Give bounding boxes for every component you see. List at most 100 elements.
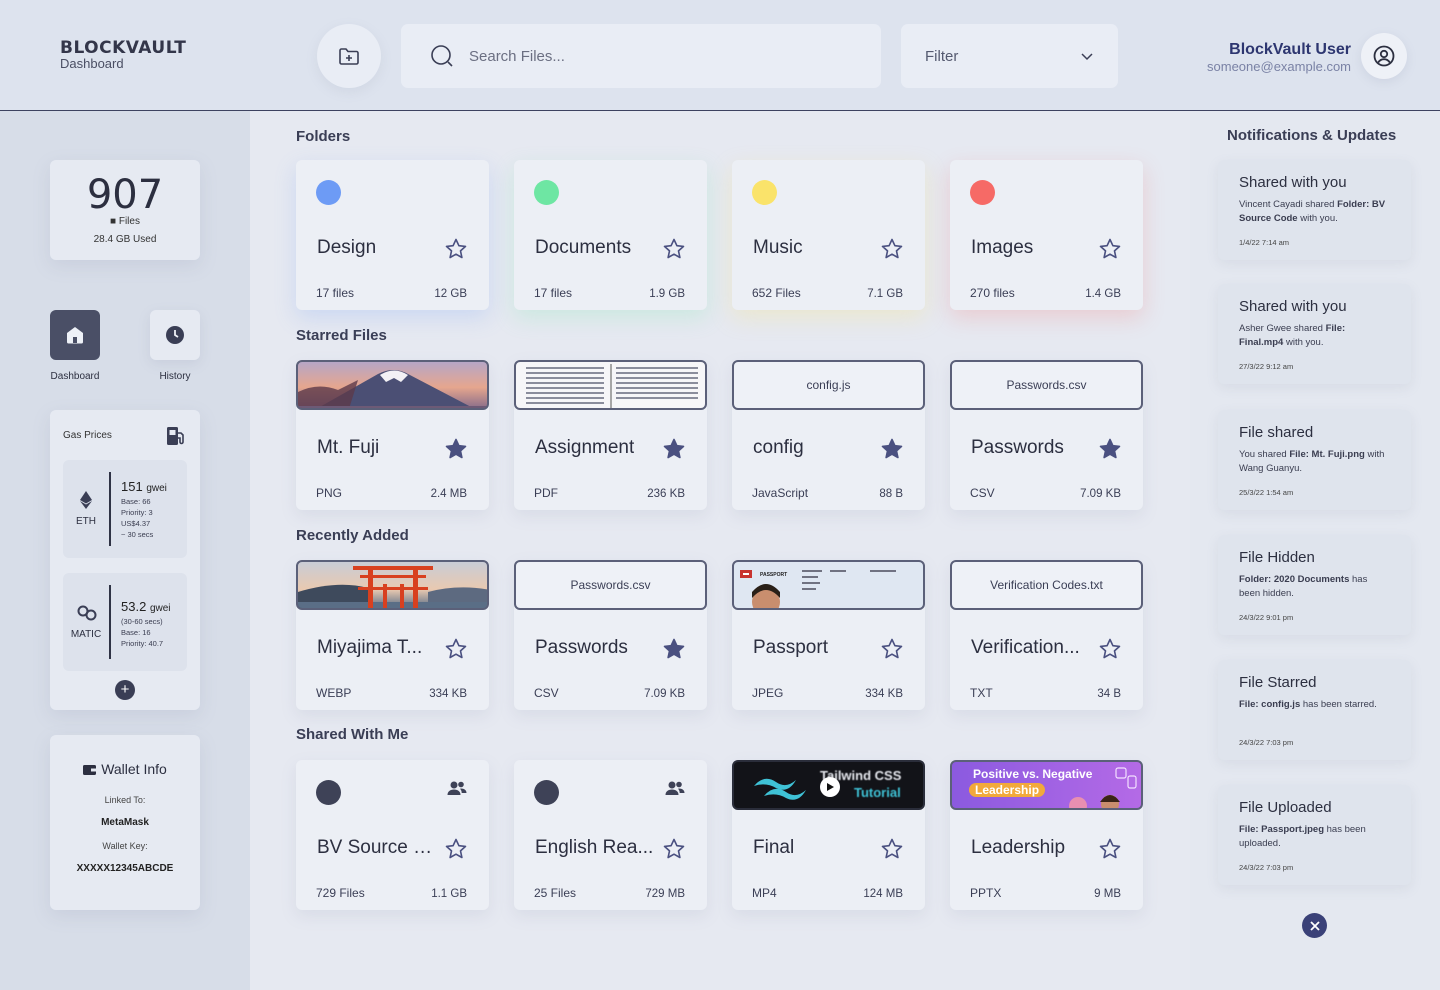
file-card[interactable]: config.js config JavaScript 88 B bbox=[732, 360, 925, 510]
file-title: Final bbox=[753, 837, 795, 858]
star-outline-icon[interactable] bbox=[1098, 637, 1122, 661]
star-filled-icon[interactable] bbox=[444, 437, 468, 461]
star-outline-icon[interactable] bbox=[444, 837, 468, 861]
storage-used: 28.4 GB Used bbox=[93, 234, 157, 245]
new-folder-button[interactable] bbox=[317, 24, 381, 88]
file-type: JavaScript bbox=[752, 486, 809, 500]
eth-gas-card: ETH 151 gwei Base: 66 Priority: 3 US$4.3… bbox=[63, 460, 187, 558]
presentation-file-card[interactable]: Positive vs. Negative Leadership Leaders… bbox=[950, 760, 1143, 910]
shared-folder-card[interactable]: English Rea... 25 Files 729 MB bbox=[514, 760, 707, 910]
notification-kind: Folder: bbox=[1239, 574, 1272, 585]
file-card[interactable]: Verification Codes.txt Verification... T… bbox=[950, 560, 1143, 710]
notification-body: File: Passport.jpeg has been uploaded. bbox=[1239, 823, 1390, 851]
presentation-thumbnail: Positive vs. Negative Leadership bbox=[950, 760, 1143, 810]
file-card[interactable]: Passwords.csv Passwords CSV 7.09 KB bbox=[950, 360, 1143, 510]
notifications-heading: Notifications & Updates bbox=[1227, 127, 1397, 144]
eth-time: ~ 30 secs bbox=[121, 530, 154, 539]
notification-body: Folder: 2020 Documents has been hidden. bbox=[1239, 573, 1390, 601]
star-outline-icon[interactable] bbox=[662, 237, 686, 261]
avatar[interactable] bbox=[1361, 33, 1407, 79]
notification-time: 25/3/22 1:54 am bbox=[1239, 488, 1294, 497]
file-card[interactable]: Assignment PDF 236 KB bbox=[514, 360, 707, 510]
notification-item[interactable]: File Starred File: config.js has been st… bbox=[1218, 660, 1411, 760]
file-thumbnail: config.js bbox=[732, 360, 925, 410]
star-outline-icon[interactable] bbox=[662, 837, 686, 861]
logo[interactable]: BLOCKVAULT Dashboard bbox=[60, 40, 186, 71]
left-sidebar: 907 ■ Files 28.4 GB Used Dashboard Histo… bbox=[0, 111, 250, 990]
add-network-button[interactable]: + bbox=[115, 680, 135, 700]
star-outline-icon[interactable] bbox=[1098, 237, 1122, 261]
star-outline-icon[interactable] bbox=[444, 237, 468, 261]
file-title: BV Source C... bbox=[317, 837, 442, 858]
user-name: BlockVault User bbox=[1229, 41, 1351, 58]
notification-text: You shared bbox=[1239, 449, 1290, 460]
notification-text: with you. bbox=[1297, 213, 1338, 224]
star-filled-icon[interactable] bbox=[662, 637, 686, 661]
folder-card[interactable]: Design 17 files 12 GB bbox=[296, 160, 489, 310]
file-card[interactable]: Mt. Fuji PNG 2.4 MB bbox=[296, 360, 489, 510]
close-notifications-button[interactable] bbox=[1302, 913, 1327, 938]
file-size: 7.09 KB bbox=[644, 688, 685, 700]
plus-icon: + bbox=[120, 681, 130, 698]
notification-item[interactable]: Shared with you Asher Gwee shared File: … bbox=[1218, 284, 1411, 384]
file-card[interactable]: Passwords.csv Passwords CSV 7.09 KB bbox=[514, 560, 707, 710]
file-thumbnail: Verification Codes.txt bbox=[950, 560, 1143, 610]
search-input[interactable]: Search Files... bbox=[469, 48, 565, 65]
linked-label: Linked To: bbox=[104, 795, 146, 805]
folder-color-dot bbox=[316, 180, 341, 205]
file-title: config bbox=[753, 437, 804, 458]
file-title: Passwords bbox=[971, 437, 1064, 458]
star-outline-icon[interactable] bbox=[880, 637, 904, 661]
folder-size: 729 MB bbox=[645, 888, 685, 900]
passport-thumbnail: PASSPORT bbox=[732, 560, 925, 610]
user-circle-icon bbox=[1373, 45, 1395, 67]
video-file-card[interactable]: Tailwind CSS Tutorial Final MP4 124 MB bbox=[732, 760, 925, 910]
files-label-row: ■ Files bbox=[50, 216, 200, 227]
file-type: JPEG bbox=[752, 686, 784, 700]
file-title: Passport bbox=[753, 637, 828, 658]
folder-card[interactable]: Documents 17 files 1.9 GB bbox=[514, 160, 707, 310]
search-icon bbox=[431, 45, 453, 67]
wallet-info-panel: Wallet Info Linked To: MetaMask Wallet K… bbox=[50, 735, 200, 910]
file-size: 34 B bbox=[1097, 688, 1121, 700]
star-filled-icon[interactable] bbox=[880, 437, 904, 461]
star-filled-icon[interactable] bbox=[662, 437, 686, 461]
folder-color-dot bbox=[534, 780, 559, 805]
notification-item[interactable]: File Uploaded File: Passport.jpeg has be… bbox=[1218, 785, 1411, 885]
matic-priority: Priority: 40.7 bbox=[121, 639, 164, 648]
file-card[interactable]: PASSPORT Passport JPEG 334 KB bbox=[732, 560, 925, 710]
folder-title: Documents bbox=[535, 237, 632, 258]
file-card[interactable]: Miyajima T... WEBP 334 KB bbox=[296, 560, 489, 710]
storage-summary: 907 ■ Files 28.4 GB Used bbox=[50, 160, 200, 260]
notification-title: File Hidden bbox=[1239, 549, 1315, 566]
notification-item[interactable]: File Hidden Folder: 2020 Documents has b… bbox=[1218, 535, 1411, 635]
search-bar[interactable]: Search Files... bbox=[401, 24, 881, 88]
eth-usd: US$4.37 bbox=[121, 519, 151, 528]
folder-size: 1.9 GB bbox=[649, 288, 685, 300]
notification-item[interactable]: Shared with you Vincent Cayadi shared Fo… bbox=[1218, 160, 1411, 260]
matic-gwei-value: 53.2 bbox=[121, 599, 147, 614]
nav-dashboard-button[interactable] bbox=[50, 310, 100, 360]
folder-card[interactable]: Music 652 Files 7.1 GB bbox=[732, 160, 925, 310]
notification-item[interactable]: File shared You shared File: Mt. Fuji.pn… bbox=[1218, 410, 1411, 510]
play-button[interactable] bbox=[820, 777, 840, 797]
folder-count: 17 files bbox=[316, 286, 355, 300]
file-size: 2.4 MB bbox=[430, 488, 467, 500]
star-outline-icon[interactable] bbox=[1098, 837, 1122, 861]
star-outline-icon[interactable] bbox=[880, 237, 904, 261]
star-outline-icon[interactable] bbox=[444, 637, 468, 661]
file-type: CSV bbox=[970, 486, 995, 500]
close-icon bbox=[1309, 920, 1320, 931]
folder-card[interactable]: Images 270 files 1.4 GB bbox=[950, 160, 1143, 310]
star-filled-icon[interactable] bbox=[1098, 437, 1122, 461]
notification-target: Final.mp4 bbox=[1239, 337, 1284, 348]
home-icon bbox=[67, 327, 83, 344]
eth-priority: Priority: 3 bbox=[121, 508, 153, 517]
file-size: 124 MB bbox=[863, 888, 903, 900]
shared-folder-card[interactable]: BV Source C... 729 Files 1.1 GB bbox=[296, 760, 489, 910]
filter-dropdown[interactable]: Filter bbox=[901, 24, 1118, 88]
wallet-key-value: XXXXX12345ABCDE bbox=[76, 863, 174, 874]
notification-title: Shared with you bbox=[1239, 174, 1347, 191]
nav-history-button[interactable] bbox=[150, 310, 200, 360]
star-outline-icon[interactable] bbox=[880, 837, 904, 861]
